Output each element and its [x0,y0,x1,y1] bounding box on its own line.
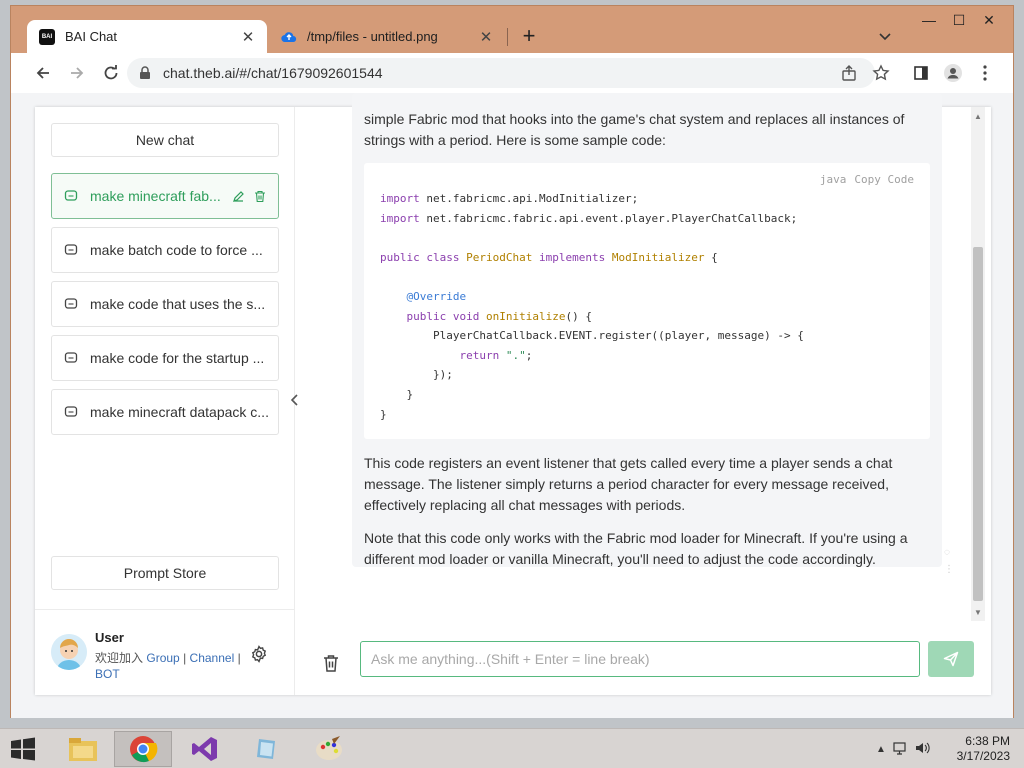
taskbar: ▲ 6:38 PM 3/17/2023 [0,728,1024,768]
star-icon[interactable] [867,59,895,87]
chat-item-label: make batch code to force ... [90,242,263,258]
assistant-message: simple Fabric mod that hooks into the ga… [352,93,942,567]
prompt-store-button[interactable]: Prompt Store [51,556,279,590]
address-bar[interactable]: chat.theb.ai/#/chat/1679092601544 [127,58,875,88]
clock-time: 6:38 PM [965,734,1010,748]
visual-studio-icon[interactable] [176,731,234,767]
tab-tmp-files[interactable]: /tmp/files - untitled.png ✕ [273,20,505,53]
chat-item-label: make minecraft datapack c... [90,404,268,420]
browser-window: BAI BAI Chat ✕ /tmp/files - untitled.png… [10,5,1014,718]
network-icon[interactable] [892,741,908,758]
code-language: java [819,173,847,186]
side-panel-icon[interactable] [907,59,935,87]
bai-favicon-icon: BAI [39,28,55,45]
chat-list-item[interactable]: make batch code to force ... [51,227,279,273]
reload-icon[interactable] [95,57,127,89]
clock-date: 3/17/2023 [956,749,1010,763]
chat-input[interactable] [360,641,920,677]
tab-separator [507,28,508,46]
composer [296,627,991,695]
tab-strip: BAI BAI Chat ✕ /tmp/files - untitled.png… [11,6,1013,53]
scrollbar-thumb[interactable] [973,247,983,601]
share-icon[interactable] [835,59,863,87]
notebook-icon[interactable] [238,731,296,767]
back-arrow-icon[interactable] [27,57,59,89]
tab-title: BAI Chat [65,29,118,44]
code-text: import net.fabricmc.api.ModInitializer; … [380,192,804,421]
page-viewport: New chat make minecraft fab... make batc… [11,93,1013,718]
chat-main: simple Fabric mod that hooks into the ga… [296,93,991,695]
file-explorer-icon[interactable] [54,731,112,767]
chat-list-item[interactable]: make minecraft fab... [51,173,279,219]
close-icon[interactable]: ✕ [477,28,495,46]
chat-list-item[interactable]: make code that uses the s... [51,281,279,327]
scrollbar[interactable]: ▲ ▼ [971,107,985,621]
chat-bubble-icon [64,405,78,419]
new-tab-plus-icon[interactable]: + [517,24,541,48]
clock[interactable]: 6:38 PM 3/17/2023 [950,734,1010,764]
chat-bubble-icon [64,189,78,203]
message-paragraph: Note that this code only works with the … [364,530,908,567]
profile-icon[interactable] [939,59,967,87]
trash-icon[interactable] [322,653,342,673]
user-name: User [95,630,124,645]
refresh-icon[interactable]: ◌ [944,547,954,558]
user-links: 欢迎加入 Group | Channel | BOT [95,650,245,682]
volume-icon[interactable] [914,741,930,758]
welcome-text: 欢迎加入 [95,651,144,665]
user-footer: User 欢迎加入 Group | Channel | BOT [35,609,294,695]
chat-list-item[interactable]: make minecraft datapack c... [51,389,279,435]
scroll-down-icon[interactable]: ▼ [971,605,985,619]
cloud-upload-icon [281,29,297,45]
copy-code-button[interactable]: Copy Code [854,173,914,186]
browser-toolbar: chat.theb.ai/#/chat/1679092601544 [11,53,1013,93]
send-button[interactable] [928,641,974,677]
sidebar: New chat make minecraft fab... make batc… [35,107,295,695]
more-vertical-icon[interactable] [971,59,999,87]
close-icon[interactable]: ✕ [239,28,257,46]
message-paragraph: This code registers an event listener th… [364,455,893,513]
channel-link[interactable]: Channel [190,651,235,665]
windows-start-icon[interactable] [8,737,38,761]
code-header: java Copy Code [812,169,914,190]
message-intro: simple Fabric mod that hooks into the ga… [364,111,905,148]
chrome-icon[interactable] [114,731,172,767]
message-tools: ◌ ⋮ [944,547,954,587]
link-separator: | [183,651,187,665]
minimize-icon[interactable]: — [915,12,943,28]
code-block: java Copy Code import net.fabricmc.api.Mo… [364,163,930,439]
gear-icon[interactable] [249,644,269,664]
chat-list-item[interactable]: make code for the startup ... [51,335,279,381]
group-link[interactable]: Group [146,651,179,665]
window-close-icon[interactable]: ✕ [975,12,1003,29]
chat-bubble-icon [64,351,78,365]
paint-icon[interactable] [300,731,358,767]
maximize-icon[interactable]: ☐ [945,12,973,29]
bot-link[interactable]: BOT [95,667,120,681]
scroll-up-icon[interactable]: ▲ [971,109,985,123]
chat-bubble-icon [64,297,78,311]
lock-icon [139,66,153,80]
chat-item-label: make code for the startup ... [90,350,265,366]
delete-trash-icon[interactable] [252,188,268,204]
chat-item-label: make code that uses the s... [90,296,266,312]
chat-bubble-icon [64,243,78,257]
chat-app: New chat make minecraft fab... make batc… [35,93,991,695]
more-vertical-icon[interactable]: ⋮ [944,564,954,575]
edit-pencil-icon[interactable] [230,188,246,204]
new-chat-button[interactable]: New chat [51,123,279,157]
forward-arrow-icon[interactable] [61,57,93,89]
tab-title: /tmp/files - untitled.png [307,29,438,44]
link-separator: | [237,651,241,665]
chevron-up-icon[interactable]: ▲ [876,744,886,755]
chat-item-label: make minecraft fab... [90,188,221,204]
system-tray: ▲ [876,741,930,757]
send-icon [943,651,959,667]
address-text: chat.theb.ai/#/chat/1679092601544 [163,65,383,81]
tab-bai-chat[interactable]: BAI BAI Chat ✕ [27,20,267,53]
avatar [51,634,87,670]
chevron-down-icon[interactable] [875,26,895,46]
